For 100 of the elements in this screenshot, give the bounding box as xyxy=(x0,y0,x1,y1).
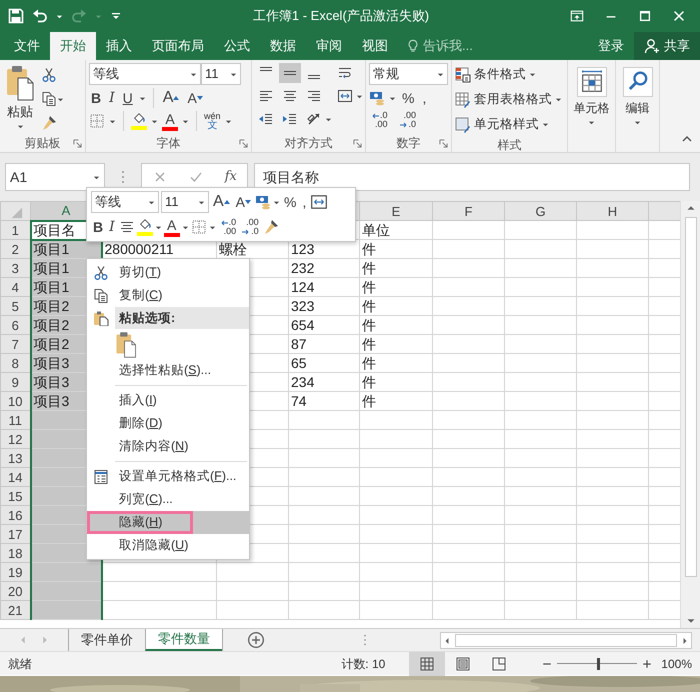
caret-icon[interactable] xyxy=(230,70,237,78)
row-header[interactable]: 3 xyxy=(0,258,30,278)
fill-bucket-icon[interactable] xyxy=(131,112,147,126)
row-header[interactable]: 21 xyxy=(0,600,30,620)
number-format-dropdown[interactable]: 常规 xyxy=(369,63,448,85)
formula-field[interactable]: 项目名称 xyxy=(254,163,690,191)
zoom-in-icon[interactable] xyxy=(641,658,654,670)
menu-item[interactable]: 列宽(C)... xyxy=(87,488,249,511)
row-header[interactable]: 7 xyxy=(0,334,30,354)
row-header[interactable]: 15 xyxy=(0,486,30,506)
style-command[interactable]: 套用表格格式 xyxy=(474,90,552,109)
underline-button[interactable]: U xyxy=(120,87,135,109)
brush-icon[interactable] xyxy=(41,115,57,131)
font-color-button[interactable]: A xyxy=(164,217,178,233)
collapse-icon[interactable] xyxy=(682,134,692,144)
ribbon-tab[interactable]: 插入 xyxy=(96,32,142,60)
currency-icon[interactable] xyxy=(369,90,385,106)
scrollbar-thumb[interactable] xyxy=(684,217,696,577)
borders-icon[interactable] xyxy=(89,113,105,129)
sheet-tab[interactable]: 零件数量 xyxy=(145,629,222,651)
decrease-decimal-button[interactable]: .00 .0 xyxy=(398,111,418,129)
row-header[interactable]: 6 xyxy=(0,316,30,334)
column-header[interactable]: E xyxy=(360,202,432,220)
column-header[interactable]: F xyxy=(432,202,504,220)
caret-icon[interactable] xyxy=(325,116,332,122)
shrink-font-button[interactable]: A xyxy=(234,191,254,213)
ribbon-tab[interactable]: 开始 xyxy=(50,32,96,60)
borders-icon[interactable] xyxy=(190,219,207,235)
row-header[interactable]: 4 xyxy=(0,278,30,296)
insert-function-button[interactable]: fx xyxy=(224,167,237,187)
font-name-dropdown[interactable]: 等线 xyxy=(91,191,159,213)
name-box[interactable]: A1 xyxy=(5,163,105,191)
style-command[interactable]: 条件格式 xyxy=(474,65,526,84)
align-middle-icon[interactable] xyxy=(279,63,301,83)
menu-item[interactable]: 取消隐藏(U) xyxy=(87,534,249,557)
font-size-dropdown[interactable]: 11 xyxy=(161,191,209,213)
percent-button[interactable]: % xyxy=(400,87,416,109)
row-header[interactable]: 9 xyxy=(0,372,30,392)
ribbon-tab[interactable]: 审阅 xyxy=(306,32,352,60)
menu-item[interactable]: 清除内容(N) xyxy=(87,435,249,458)
align-center-icon[interactable] xyxy=(118,219,135,235)
clipboard-icon[interactable] xyxy=(115,330,137,358)
caret-icon[interactable] xyxy=(208,224,216,230)
caret-icon[interactable] xyxy=(93,174,100,180)
phonetic-button[interactable]: wén 文 xyxy=(204,112,221,130)
cells-button[interactable]: 单元格 xyxy=(571,67,612,126)
currency-icon[interactable] xyxy=(255,194,272,210)
ribbon-display-icon[interactable] xyxy=(570,9,584,23)
caret-icon[interactable] xyxy=(57,96,64,102)
row-header[interactable]: 17 xyxy=(0,524,30,544)
dialog-launcher-icon[interactable] xyxy=(239,138,248,148)
menu-item[interactable]: 删除(D) xyxy=(87,412,249,435)
caret-icon[interactable] xyxy=(273,198,280,206)
row-header[interactable]: 12 xyxy=(0,430,30,448)
column-header[interactable]: G xyxy=(504,202,576,220)
shrink-font-button[interactable]: A xyxy=(185,87,205,109)
font-color-button[interactable]: A xyxy=(163,111,177,127)
row-header[interactable]: 1 xyxy=(0,220,30,240)
grow-font-button[interactable]: A xyxy=(160,87,182,109)
share-button[interactable]: 共享 xyxy=(634,32,700,60)
ribbon-tab[interactable]: 公式 xyxy=(214,32,260,60)
percent-button[interactable]: % xyxy=(282,191,298,213)
dialog-launcher-icon[interactable] xyxy=(73,138,82,148)
menu-item[interactable]: 隐藏(H) xyxy=(87,511,249,534)
copy-icon[interactable] xyxy=(41,91,57,107)
save-icon[interactable] xyxy=(8,8,24,24)
increase-decimal-button[interactable]: .0 .00 xyxy=(218,218,238,236)
caret-icon[interactable] xyxy=(224,118,232,124)
font-name-dropdown[interactable]: 等线 xyxy=(89,63,201,85)
row-header[interactable]: 13 xyxy=(0,448,30,468)
merge-cells-icon[interactable] xyxy=(310,193,328,211)
caret-icon[interactable] xyxy=(356,92,363,100)
caret-icon[interactable] xyxy=(389,94,396,102)
row-header[interactable]: 20 xyxy=(0,582,30,600)
row-header[interactable]: 19 xyxy=(0,562,30,582)
dialog-launcher-icon[interactable] xyxy=(353,138,362,148)
ribbon-tab[interactable]: 数据 xyxy=(260,32,306,60)
paste-button[interactable]: 粘贴 xyxy=(3,63,37,131)
scissors-icon[interactable] xyxy=(41,67,57,83)
grip-icon[interactable] xyxy=(121,169,125,185)
caret-icon[interactable] xyxy=(148,198,155,206)
grid-view-button[interactable] xyxy=(409,652,446,676)
row-header[interactable]: 10 xyxy=(0,392,30,410)
caret-icon[interactable] xyxy=(529,71,536,78)
scrollbar-thumb[interactable] xyxy=(455,634,677,647)
add-sheet-icon[interactable] xyxy=(247,631,265,649)
ribbon-tab[interactable]: 文件 xyxy=(4,32,50,60)
font-size-dropdown[interactable]: 11 xyxy=(201,63,241,85)
ribbon-tab[interactable]: 页面布局 xyxy=(142,32,214,60)
caret-icon[interactable] xyxy=(109,118,116,124)
increase-decimal-button[interactable]: .0 .00 xyxy=(369,111,390,129)
caret-icon[interactable] xyxy=(437,70,444,78)
row-header[interactable]: 18 xyxy=(0,544,30,562)
undo-icon[interactable] xyxy=(32,8,48,24)
slider-thumb[interactable] xyxy=(597,658,600,670)
comma-button[interactable]: , xyxy=(300,191,308,213)
row-header[interactable]: 11 xyxy=(0,410,30,430)
caret-icon[interactable] xyxy=(542,121,549,128)
menu-item[interactable]: 设置单元格格式(F)... xyxy=(87,465,249,488)
search-field[interactable]: 告诉我... xyxy=(420,36,490,56)
